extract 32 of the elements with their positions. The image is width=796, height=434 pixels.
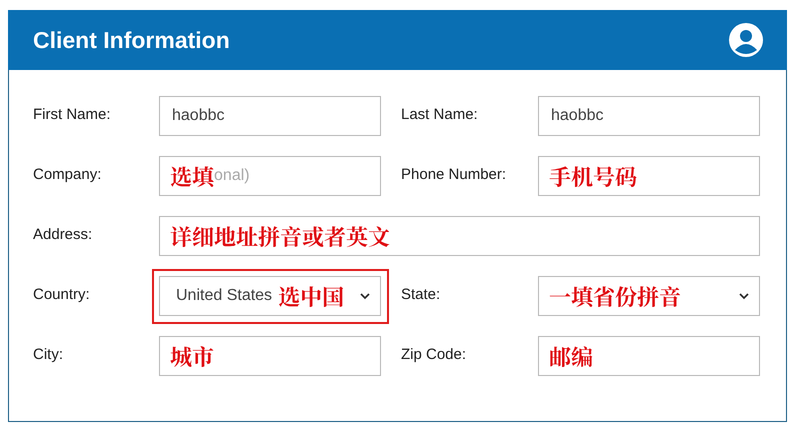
annotation-text: 详细地址拼音或者英文 [170,224,390,252]
field-label: City: [33,345,64,365]
field-label: State: [401,285,442,305]
field-value: United States [176,287,272,305]
field-label: Address: [33,225,94,245]
annotation-text: 城市 [170,344,214,372]
annotation-text: 邮编 [549,344,594,372]
field-value: haobbc [172,107,224,125]
dropdown-field[interactable]: 一填省份拼音 [538,276,760,316]
field-label: Phone Number: [401,165,508,185]
input-field[interactable]: 详细地址拼音或者英文 [159,216,760,256]
user-avatar-icon[interactable] [729,23,763,57]
input-field[interactable]: haobbc [159,96,381,136]
form-title: Client Information [33,26,230,54]
input-field[interactable]: 城市 [159,336,381,376]
field-placeholder: onal) [214,167,250,185]
chevron-down-icon [360,292,370,300]
input-field[interactable]: 邮编 [538,336,760,376]
field-label: Zip Code: [401,345,468,365]
input-field[interactable]: haobbc [538,96,760,136]
annotation-text: 手机号码 [549,164,638,192]
field-label: First Name: [33,105,112,125]
chevron-down-icon [739,292,749,300]
dropdown-field[interactable]: United States 选中国 [159,276,381,316]
field-label: Last Name: [401,105,479,125]
field-label: Country: [33,285,91,305]
input-field[interactable]: 手机号码 [538,156,760,196]
field-label: Company: [33,165,102,185]
field-value: haobbc [551,107,604,125]
annotation-text: 一填省份拼音 [549,284,682,312]
annotation-text: 选填 [170,164,214,192]
annotation-text: 选中国 [278,284,344,312]
